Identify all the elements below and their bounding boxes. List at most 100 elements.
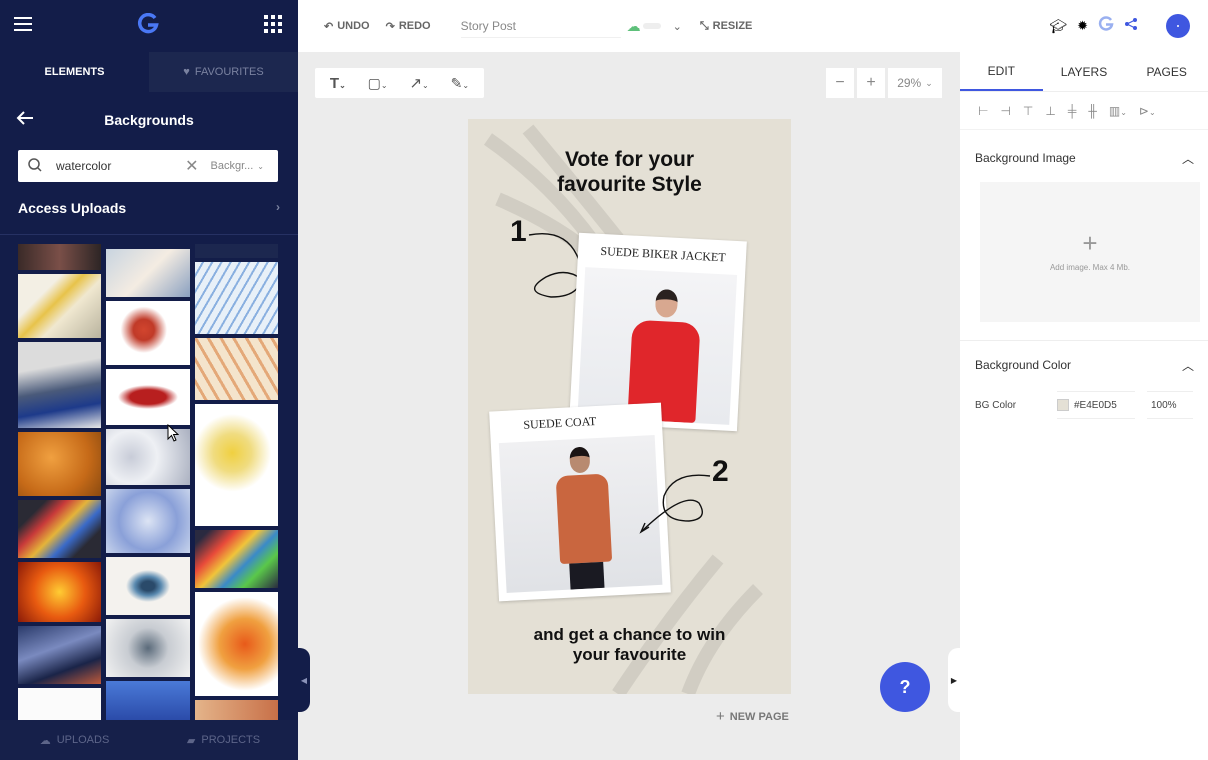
thumbnail[interactable] [18,500,101,558]
zoom-controls: − + 29% ⌄ [826,68,942,98]
tab-uploads-label: UPLOADS [56,734,110,746]
align-center-icon[interactable]: ╪ [1068,104,1077,118]
app-logo-icon[interactable] [137,12,159,40]
shape-tool-icon[interactable]: ▢⌄ [368,75,388,92]
bg-color-section-header[interactable]: Background Color ︿ [960,341,1208,389]
bg-color-title: Background Color [975,358,1072,372]
curly-arrow-two-icon[interactable] [634,471,724,541]
headline[interactable]: Vote for your favourite Style [518,147,741,197]
flip-icon[interactable]: ⊳⌄ [1139,104,1156,118]
bg-image-section-header[interactable]: Background Image ︿ [960,134,1208,182]
tab-pages[interactable]: PAGES [1125,52,1208,91]
resize-label: RESIZE [712,20,753,32]
zoom-out-button[interactable]: − [826,68,854,98]
thumbnail[interactable] [18,244,101,270]
panel-title: Backgrounds [104,112,194,128]
thumbnail[interactable] [195,404,278,526]
thumbnail[interactable] [195,338,278,400]
tab-projects[interactable]: ▰ PROJECTS [149,720,298,760]
thumbnail[interactable] [18,562,101,622]
search-filter-dropdown[interactable]: Backgr... ⌄ [211,160,265,172]
sidebar-tabs: ELEMENTS ♥ FAVOURITES [0,52,298,92]
thumbnail[interactable] [106,249,190,297]
number-one[interactable]: 1 [510,215,527,249]
distribute-icon[interactable]: ▥⌄ [1109,104,1127,118]
thumbnail[interactable] [195,262,278,334]
new-page-label: NEW PAGE [729,710,789,723]
tab-favourites[interactable]: ♥ FAVOURITES [149,52,298,92]
thumbnail[interactable] [106,619,190,677]
pen-tool-icon[interactable]: ✎⌄ [451,75,469,92]
new-page-button[interactable]: + NEW PAGE [716,708,789,725]
share-icon[interactable] [1124,17,1138,36]
background-thumbnails [0,244,298,720]
google-icon[interactable] [1098,15,1114,37]
search-input[interactable]: watercolor [56,159,185,173]
color-hex-field[interactable]: #E4E0D5 [1057,391,1135,419]
properties-panel: 🎓︎ ✹ EDIT LAYERS PAGES ⊢ ⊣ ⊤ ⊥ ╪ ╫ ▥⌄ ⊳⌄… [960,0,1208,760]
thumbnail[interactable] [106,369,190,425]
zoom-in-button[interactable]: + [857,68,885,98]
tab-elements[interactable]: ELEMENTS [0,52,149,92]
tab-edit[interactable]: EDIT [960,52,1043,91]
bg-image-title: Background Image [975,151,1076,165]
color-hex: #E4E0D5 [1074,399,1117,411]
access-uploads-label: Access Uploads [18,200,127,216]
back-arrow-icon[interactable] [16,110,34,130]
legs [569,561,605,590]
search-bar: watercolor ✕ Backgr... ⌄ [18,150,278,182]
document-name-field[interactable]: Story Post [460,15,621,38]
thumbnail[interactable] [195,592,278,696]
bug-icon[interactable]: ✹ [1077,18,1088,34]
thumbnail[interactable] [195,244,278,258]
thumbnail[interactable] [106,489,190,553]
resize-button[interactable]: ⤡ RESIZE [700,20,753,33]
photo-card-biker-jacket[interactable]: SUEDE BIKER JACKET [569,232,747,432]
tab-uploads[interactable]: ☁ UPLOADS [0,720,149,760]
thumbnail[interactable] [18,342,101,428]
tab-layers[interactable]: LAYERS [1043,52,1126,91]
undo-icon: ↶ [324,20,334,33]
photo-biker-jacket [577,267,738,425]
graduation-cap-icon[interactable]: 🎓︎ [1049,18,1067,35]
help-label: ? [899,676,911,697]
color-swatch[interactable] [1057,399,1069,411]
undo-button[interactable]: ↶ UNDO [324,20,370,33]
sidebar: ELEMENTS ♥ FAVOURITES Backgrounds waterc… [0,0,298,760]
avatar[interactable] [1166,14,1190,38]
align-right-icon[interactable]: ⊣ [1000,104,1010,118]
arrow-tool-icon[interactable]: ↗⌄ [409,74,428,92]
tab-layers-label: LAYERS [1060,64,1108,79]
thumbnail[interactable] [195,700,278,720]
thumbnail[interactable] [18,626,101,684]
collapse-sidebar-handle[interactable]: ◀ [298,648,310,712]
redo-button[interactable]: ↷ REDO [386,20,431,33]
design-canvas[interactable]: Vote for your favourite Style 1 SUEDE BI… [468,119,791,694]
align-top-icon[interactable]: ⊤ [1023,104,1033,118]
thumbnail[interactable] [106,681,190,720]
thumbnail[interactable] [195,530,278,588]
clear-search-icon[interactable]: ✕ [185,156,198,176]
photo-label: SUEDE COAT [523,414,597,432]
chevron-down-icon[interactable]: ⌄ [673,20,682,33]
align-left-icon[interactable]: ⊢ [978,104,988,118]
text-tool-icon[interactable]: T⌄ [330,75,346,92]
align-bottom-icon[interactable]: ⊥ [1045,104,1055,118]
thumbnail[interactable] [18,432,101,496]
help-button[interactable]: ? [880,662,930,712]
footer-text[interactable]: and get a chance to win your favourite [520,625,739,665]
hamburger-menu-icon[interactable] [14,16,32,36]
align-middle-icon[interactable]: ╫ [1088,104,1097,118]
add-image-dropzone[interactable]: + Add image. Max 4 Mb. [980,182,1200,322]
thumbnail[interactable] [18,688,101,720]
apps-grid-icon[interactable] [264,14,282,38]
account-bar: 🎓︎ ✹ [960,0,1208,52]
collapse-right-panel-handle[interactable]: ▶ [948,648,960,712]
zoom-level-dropdown[interactable]: 29% ⌄ [888,68,942,98]
thumbnail[interactable] [106,557,190,615]
cloud-upload-icon: ☁ [39,734,51,747]
thumbnail[interactable] [106,301,190,365]
opacity-field[interactable]: 100% [1147,391,1193,419]
thumbnail[interactable] [18,274,101,338]
access-uploads-row[interactable]: Access Uploads › [18,200,280,216]
